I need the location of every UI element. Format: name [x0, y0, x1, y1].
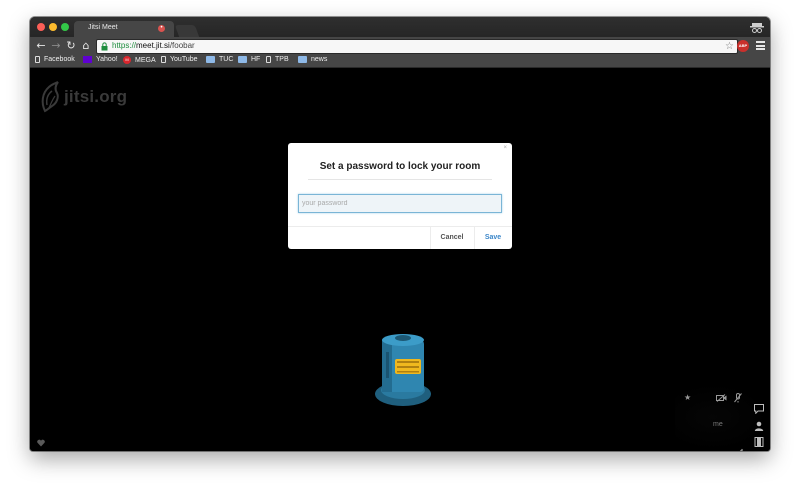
- tab-strip: Jitsi Meet •: [30, 17, 770, 37]
- bookmark-facebook[interactable]: Facebook: [35, 56, 75, 63]
- home-icon[interactable]: ⌂: [79, 39, 93, 53]
- url-domain: meet.jit.si: [136, 41, 170, 50]
- url-text: https://meet.jit.si/foobar: [112, 41, 195, 50]
- page-icon: [161, 56, 166, 63]
- new-tab-button[interactable]: [174, 25, 200, 37]
- film-strip-icon[interactable]: [754, 437, 764, 447]
- tab-close-icon[interactable]: •: [158, 25, 165, 32]
- dialog-close-icon[interactable]: ×: [503, 145, 507, 151]
- mic-muted-icon: [734, 393, 742, 403]
- yahoo-icon: [83, 56, 92, 63]
- heart-icon[interactable]: [37, 439, 45, 447]
- folder-icon: [238, 56, 247, 63]
- bookmark-label: YouTube: [170, 56, 198, 63]
- local-video-name: me: [713, 421, 723, 428]
- chrome-menu-icon[interactable]: [756, 41, 765, 50]
- chat-icon[interactable]: [754, 404, 764, 414]
- back-arrow-icon[interactable]: ←: [34, 39, 48, 53]
- incognito-profile-icon[interactable]: [750, 20, 764, 34]
- adblock-plus-icon[interactable]: ABP: [737, 40, 749, 52]
- contact-list-icon[interactable]: [754, 421, 764, 431]
- address-bar[interactable]: https://meet.jit.si/foobar ☆: [96, 39, 738, 54]
- button-divider: [474, 227, 475, 249]
- reload-icon[interactable]: ↻: [64, 39, 78, 53]
- jitsi-meet-page: jitsi.org × Set a password to lock your …: [30, 68, 770, 451]
- bookmark-youtube[interactable]: YouTube: [161, 56, 198, 63]
- bookmark-label: TUC: [219, 56, 234, 63]
- bookmark-label: news: [311, 56, 328, 63]
- minimize-window-button[interactable]: [49, 23, 57, 31]
- bookmark-folder-tuc[interactable]: TUC: [206, 56, 233, 63]
- jitsi-logo[interactable]: jitsi.org: [39, 81, 127, 113]
- bookmark-label: TPB: [275, 56, 289, 63]
- bookmark-mega[interactable]: M MEGA: [123, 56, 156, 64]
- bookmark-folder-hf[interactable]: HF: [238, 56, 260, 63]
- bookmark-label: Facebook: [44, 56, 75, 63]
- bookmark-tpb[interactable]: TPB: [266, 56, 289, 63]
- save-button[interactable]: Save: [477, 229, 509, 247]
- camera-muted-icon: [716, 394, 727, 402]
- url-path: /foobar: [169, 41, 195, 50]
- folder-icon: [298, 56, 307, 63]
- page-icon: [35, 56, 40, 63]
- bookmark-folder-news[interactable]: news: [298, 56, 327, 63]
- jitsi-logo-icon: [41, 81, 59, 113]
- lock-room-dialog: × Set a password to lock your room Cance…: [288, 143, 512, 249]
- dialog-footer-divider: [288, 226, 512, 227]
- default-avatar-icon: [375, 334, 431, 406]
- bookmark-star-icon[interactable]: ☆: [725, 40, 734, 53]
- close-window-button[interactable]: [37, 23, 45, 31]
- mega-icon: M: [123, 56, 131, 64]
- tab-title: Jitsi Meet: [88, 24, 118, 31]
- browser-toolbar: ← → ↻ ⌂ https://meet.jit.si/foobar ☆ ABP: [30, 37, 770, 55]
- bookmark-label: HF: [251, 56, 261, 63]
- logo-text: jitsi.org: [64, 87, 128, 106]
- button-divider: [430, 227, 431, 249]
- star-icon[interactable]: ★: [684, 393, 691, 402]
- folder-icon: [206, 56, 215, 63]
- page-icon: [266, 56, 271, 63]
- dialog-title: Set a password to lock your room: [319, 161, 481, 172]
- pencil-icon[interactable]: [737, 448, 744, 451]
- browser-window: Jitsi Meet • ← → ↻ ⌂ https://meet.jit.si…: [30, 17, 770, 451]
- maximize-window-button[interactable]: [61, 23, 69, 31]
- bookmark-label: Yahoo!: [96, 56, 118, 63]
- password-input[interactable]: [298, 194, 502, 213]
- lock-icon: [101, 42, 108, 51]
- bookmark-label: MEGA: [135, 56, 156, 64]
- dialog-divider: [308, 179, 492, 180]
- forward-arrow-icon[interactable]: →: [49, 39, 63, 53]
- cancel-button[interactable]: Cancel: [434, 229, 470, 247]
- bookmarks-bar: Facebook Yahoo! M MEGA YouTube TUC HF TPB…: [30, 55, 770, 68]
- bookmark-yahoo[interactable]: Yahoo!: [83, 56, 118, 63]
- tab-jitsi-meet[interactable]: Jitsi Meet •: [74, 21, 174, 37]
- url-scheme: https://: [112, 41, 137, 50]
